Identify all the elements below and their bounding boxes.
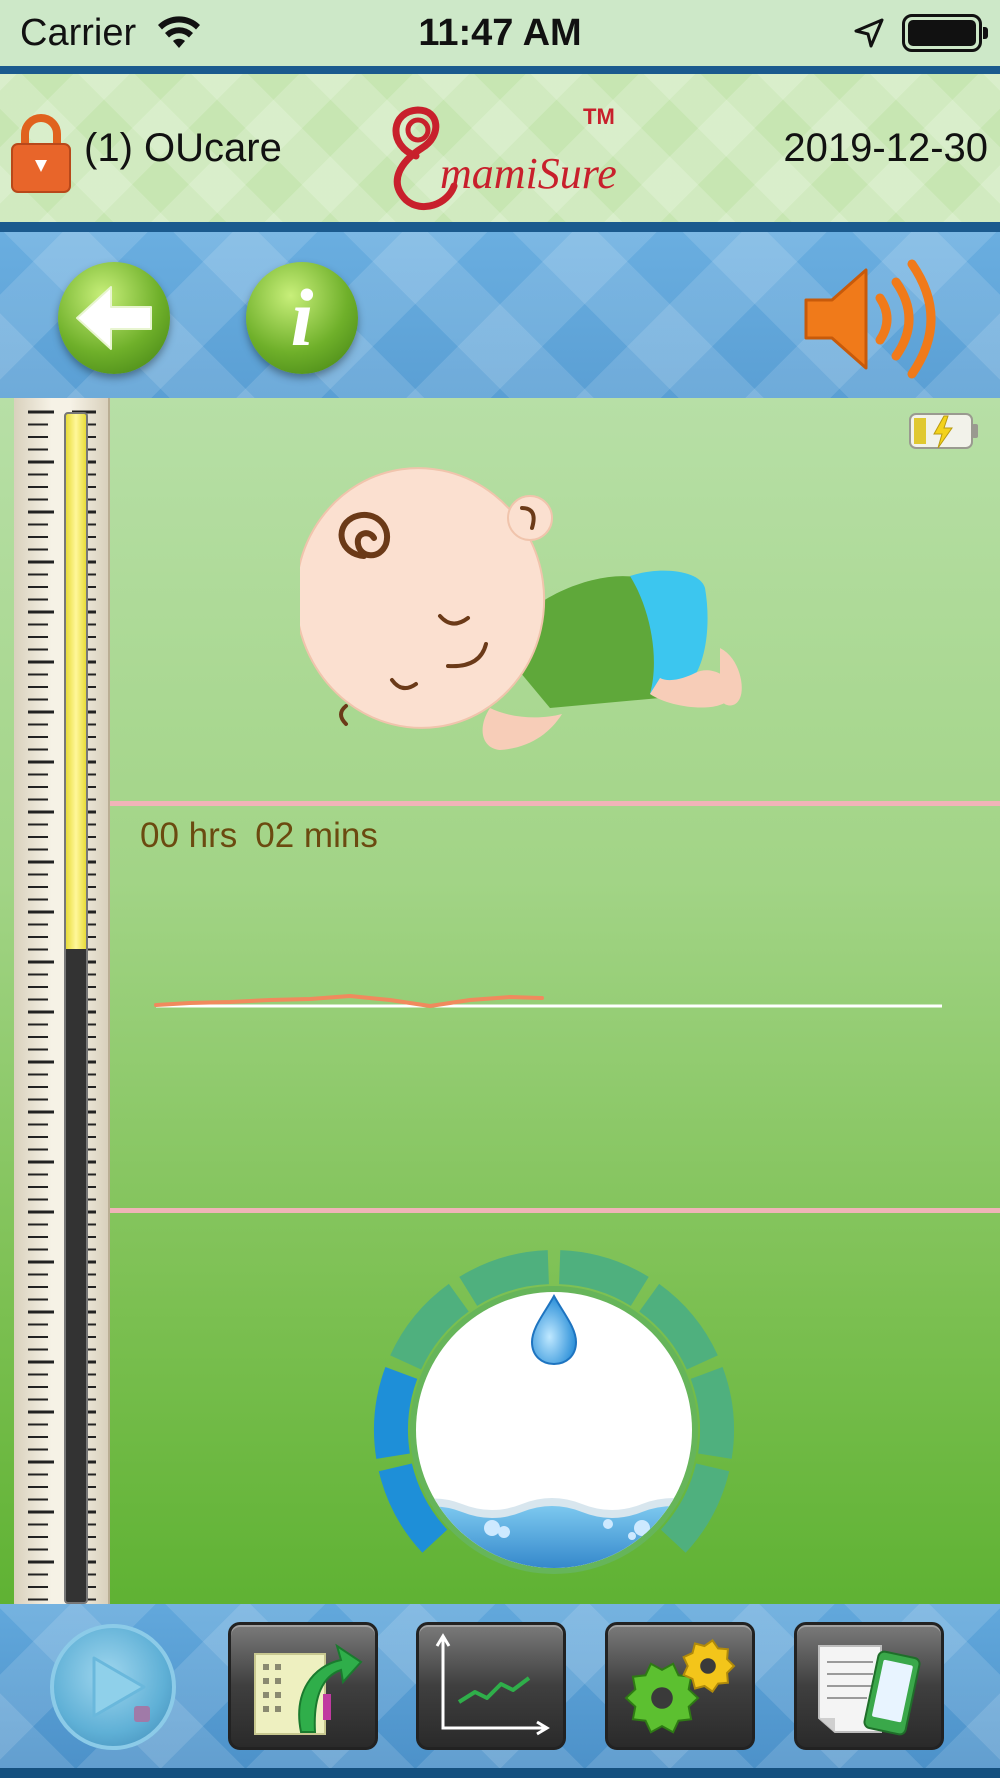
info-icon: i — [290, 272, 314, 363]
trend-chart-button[interactable] — [416, 1622, 566, 1750]
top-toolbar: i — [0, 232, 1000, 398]
location-arrow-icon — [854, 18, 884, 48]
duration-hours: 00 hrs — [140, 816, 238, 855]
wetness-segment — [374, 1366, 418, 1459]
export-data-icon — [254, 1643, 363, 1735]
mamisure-logo: mamiSure TM — [392, 104, 617, 211]
duration-minutes: 02 mins — [255, 816, 378, 855]
section-divider-top — [110, 801, 1000, 806]
wetness-gauge — [374, 1250, 734, 1574]
report-button[interactable] — [794, 1622, 944, 1750]
bottom-toolbar — [0, 1604, 1000, 1778]
phone-battery-icon — [902, 14, 988, 52]
ruler-ticks — [28, 410, 96, 1601]
activity-signal-graph — [154, 994, 942, 1008]
play-button[interactable] — [50, 1624, 176, 1750]
back-arrow-icon — [76, 286, 152, 350]
export-button[interactable] — [228, 1622, 378, 1750]
app-header: (1) OUcare mamiSure TM 2019-12-30 — [0, 66, 1000, 232]
section-divider-bottom — [110, 1208, 1000, 1213]
user-label[interactable]: (1) OUcare — [84, 126, 282, 171]
settings-button[interactable] — [605, 1622, 755, 1750]
settings-gears-icon — [624, 1639, 736, 1734]
status-bar: Carrier 11:47 AM — [0, 0, 1000, 66]
svg-text:mamiSure: mamiSure — [440, 149, 617, 198]
play-icon — [92, 1656, 150, 1722]
header-date: 2019-12-30 — [783, 126, 988, 170]
speaker-icon[interactable] — [800, 254, 940, 384]
monitor-panel: 00 hrs 02 mins — [0, 398, 1000, 1604]
lock-icon[interactable] — [10, 112, 72, 194]
clock-time: 11:47 AM — [418, 12, 582, 54]
temperature-level — [66, 414, 86, 949]
info-button[interactable]: i — [246, 262, 358, 374]
back-button[interactable] — [58, 262, 170, 374]
sleep-duration: 00 hrs 02 mins — [140, 816, 396, 856]
wetness-segment — [690, 1366, 734, 1459]
device-battery-charging-icon — [909, 413, 978, 449]
sleeping-baby-illustration — [300, 467, 742, 750]
report-phone-icon — [818, 1645, 921, 1736]
temperature-gauge — [14, 398, 110, 1604]
trademark-label: TM — [583, 104, 615, 129]
bottom-edge — [0, 1768, 1000, 1778]
trend-chart-icon — [435, 1633, 550, 1736]
temperature-tube — [64, 412, 88, 1604]
